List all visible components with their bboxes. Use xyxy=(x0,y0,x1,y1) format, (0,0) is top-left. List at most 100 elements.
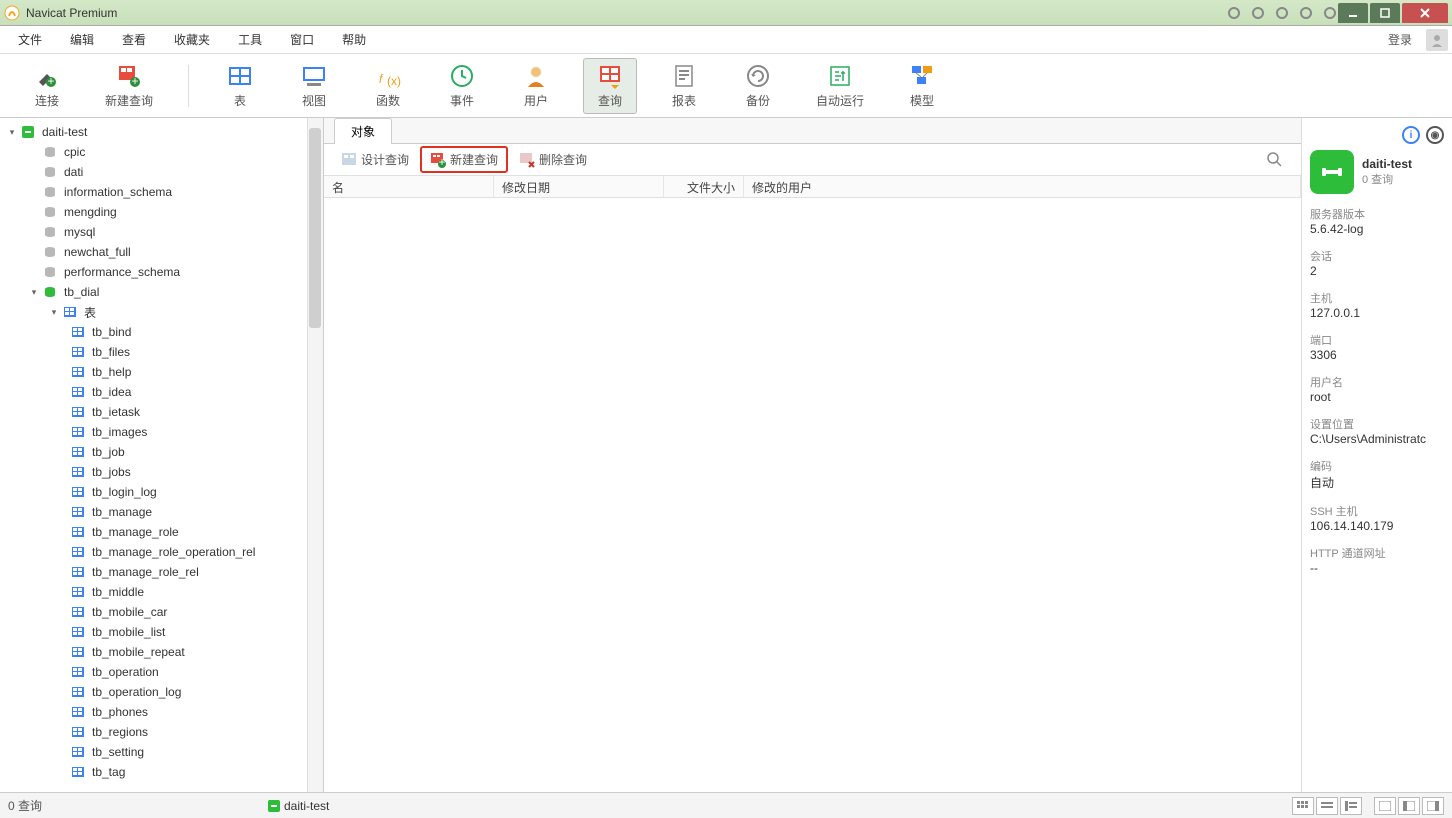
column-name[interactable]: 名 xyxy=(324,176,494,197)
table-label: tb_setting xyxy=(92,745,144,759)
view-pane3-button[interactable] xyxy=(1422,797,1444,815)
view-pane2-button[interactable] xyxy=(1398,797,1420,815)
table-icon xyxy=(226,62,254,90)
tree-connection[interactable]: ▾ daiti-test xyxy=(0,122,323,142)
tree-table[interactable]: tb_job xyxy=(0,442,323,462)
toolbar-report-button[interactable]: 报表 xyxy=(657,58,711,114)
tree-table[interactable]: tb_setting xyxy=(0,742,323,762)
sidebar-scrollbar[interactable] xyxy=(307,118,323,792)
status-connection[interactable]: daiti-test xyxy=(264,798,329,814)
svg-text:f: f xyxy=(379,72,384,86)
menu-view[interactable]: 查看 xyxy=(108,27,160,52)
tree-table[interactable]: tb_manage_role xyxy=(0,522,323,542)
expand-icon[interactable]: ▾ xyxy=(28,287,40,298)
tree-table[interactable]: tb_phones xyxy=(0,702,323,722)
new-query-icon: + xyxy=(115,62,143,90)
toolbar-event-button[interactable]: 事件 xyxy=(435,58,489,114)
toolbar-query-button[interactable]: 查询 xyxy=(583,58,637,114)
info-encoding-label: 编码 xyxy=(1310,458,1444,474)
connection-tree-sidebar[interactable]: ▾ daiti-test cpicdatiinformation_schemam… xyxy=(0,118,324,792)
new-query-button[interactable]: + 新建查询 xyxy=(420,146,508,173)
eye-icon[interactable]: ◉ xyxy=(1426,126,1444,144)
tree-table[interactable]: tb_images xyxy=(0,422,323,442)
search-icon[interactable] xyxy=(1257,152,1293,168)
status-bar: 0 查询 daiti-test xyxy=(0,792,1452,818)
status-query-count: 0 查询 xyxy=(8,797,264,814)
menu-favorites[interactable]: 收藏夹 xyxy=(160,27,224,52)
toolbar-backup-button[interactable]: 备份 xyxy=(731,58,785,114)
maximize-button[interactable] xyxy=(1370,3,1400,23)
list-body[interactable] xyxy=(324,198,1301,792)
query-toolbar: 设计查询 + 新建查询 删除查询 xyxy=(324,144,1301,176)
expand-icon[interactable]: ▾ xyxy=(6,127,18,138)
tree-table[interactable]: tb_tag xyxy=(0,762,323,782)
view-pane1-button[interactable] xyxy=(1374,797,1396,815)
toolbar-function-button[interactable]: f(x) 函数 xyxy=(361,58,415,114)
tree-database[interactable]: newchat_full xyxy=(0,242,323,262)
column-size[interactable]: 文件大小 xyxy=(664,176,744,197)
table-label: tb_job xyxy=(92,445,125,459)
svg-text:(x): (x) xyxy=(387,74,401,88)
tab-objects[interactable]: 对象 xyxy=(334,118,392,144)
tree-table[interactable]: tb_manage xyxy=(0,502,323,522)
toolbar-connect-button[interactable]: + 连接 xyxy=(20,58,74,114)
tree-table[interactable]: tb_middle xyxy=(0,582,323,602)
toolbar-table-button[interactable]: 表 xyxy=(213,58,267,114)
tree-table[interactable]: tb_operation xyxy=(0,662,323,682)
tree-table[interactable]: tb_manage_role_rel xyxy=(0,562,323,582)
tree-table[interactable]: tb_manage_role_operation_rel xyxy=(0,542,323,562)
view-list-button[interactable] xyxy=(1316,797,1338,815)
tree-table[interactable]: tb_help xyxy=(0,362,323,382)
tree-table[interactable]: tb_mobile_car xyxy=(0,602,323,622)
column-user[interactable]: 修改的用户 xyxy=(744,176,1301,197)
menu-window[interactable]: 窗口 xyxy=(276,27,328,52)
tree-table[interactable]: tb_bind xyxy=(0,322,323,342)
tree-table[interactable]: tb_idea xyxy=(0,382,323,402)
tree-database[interactable]: cpic xyxy=(0,142,323,162)
toolbar-autorun-button[interactable]: 自动运行 xyxy=(805,58,875,114)
tree-table[interactable]: tb_jobs xyxy=(0,462,323,482)
info-ssh-value: 106.14.140.179 xyxy=(1310,519,1444,533)
info-icon[interactable]: i xyxy=(1402,126,1420,144)
tree-table[interactable]: tb_operation_log xyxy=(0,682,323,702)
tree-database[interactable]: information_schema xyxy=(0,182,323,202)
delete-query-label: 删除查询 xyxy=(539,151,587,168)
login-link[interactable]: 登录 xyxy=(1378,27,1422,52)
view-detail-button[interactable] xyxy=(1340,797,1362,815)
close-button[interactable] xyxy=(1402,3,1448,23)
info-setting-loc-label: 设置位置 xyxy=(1310,416,1444,432)
tree-tables-node[interactable]: ▾ 表 xyxy=(0,302,323,322)
model-icon xyxy=(908,62,936,90)
tree-database[interactable]: mysql xyxy=(0,222,323,242)
tree-table[interactable]: tb_mobile_repeat xyxy=(0,642,323,662)
toolbar-model-button[interactable]: 模型 xyxy=(895,58,949,114)
column-date[interactable]: 修改日期 xyxy=(494,176,664,197)
toolbar-user-button[interactable]: 用户 xyxy=(509,58,563,114)
tree-table[interactable]: tb_login_log xyxy=(0,482,323,502)
minimize-button[interactable] xyxy=(1338,3,1368,23)
design-query-button[interactable]: 设计查询 xyxy=(332,147,418,172)
menu-file[interactable]: 文件 xyxy=(4,27,56,52)
expand-icon[interactable]: ▾ xyxy=(48,307,60,318)
tree-table[interactable]: tb_mobile_list xyxy=(0,622,323,642)
tree-table[interactable]: tb_files xyxy=(0,342,323,362)
tree-table[interactable]: tb_ietask xyxy=(0,402,323,422)
menu-tools[interactable]: 工具 xyxy=(224,27,276,52)
svg-text:+: + xyxy=(47,74,54,88)
view-grid-button[interactable] xyxy=(1292,797,1314,815)
menu-help[interactable]: 帮助 xyxy=(328,27,380,52)
design-query-icon xyxy=(341,152,357,168)
delete-query-button[interactable]: 删除查询 xyxy=(510,147,596,172)
toolbar-view-button[interactable]: 视图 xyxy=(287,58,341,114)
table-label: tb_manage_role xyxy=(92,525,179,539)
tree-database[interactable]: dati xyxy=(0,162,323,182)
table-item-icon xyxy=(70,444,86,460)
user-avatar-icon[interactable] xyxy=(1426,29,1448,51)
toolbar-new-query-button[interactable]: + 新建查询 xyxy=(94,58,164,114)
tree-database[interactable]: mengding xyxy=(0,202,323,222)
menu-edit[interactable]: 编辑 xyxy=(56,27,108,52)
table-item-icon xyxy=(70,544,86,560)
tree-database[interactable]: performance_schema xyxy=(0,262,323,282)
tree-table[interactable]: tb_regions xyxy=(0,722,323,742)
tree-database-open[interactable]: ▾ tb_dial xyxy=(0,282,323,302)
